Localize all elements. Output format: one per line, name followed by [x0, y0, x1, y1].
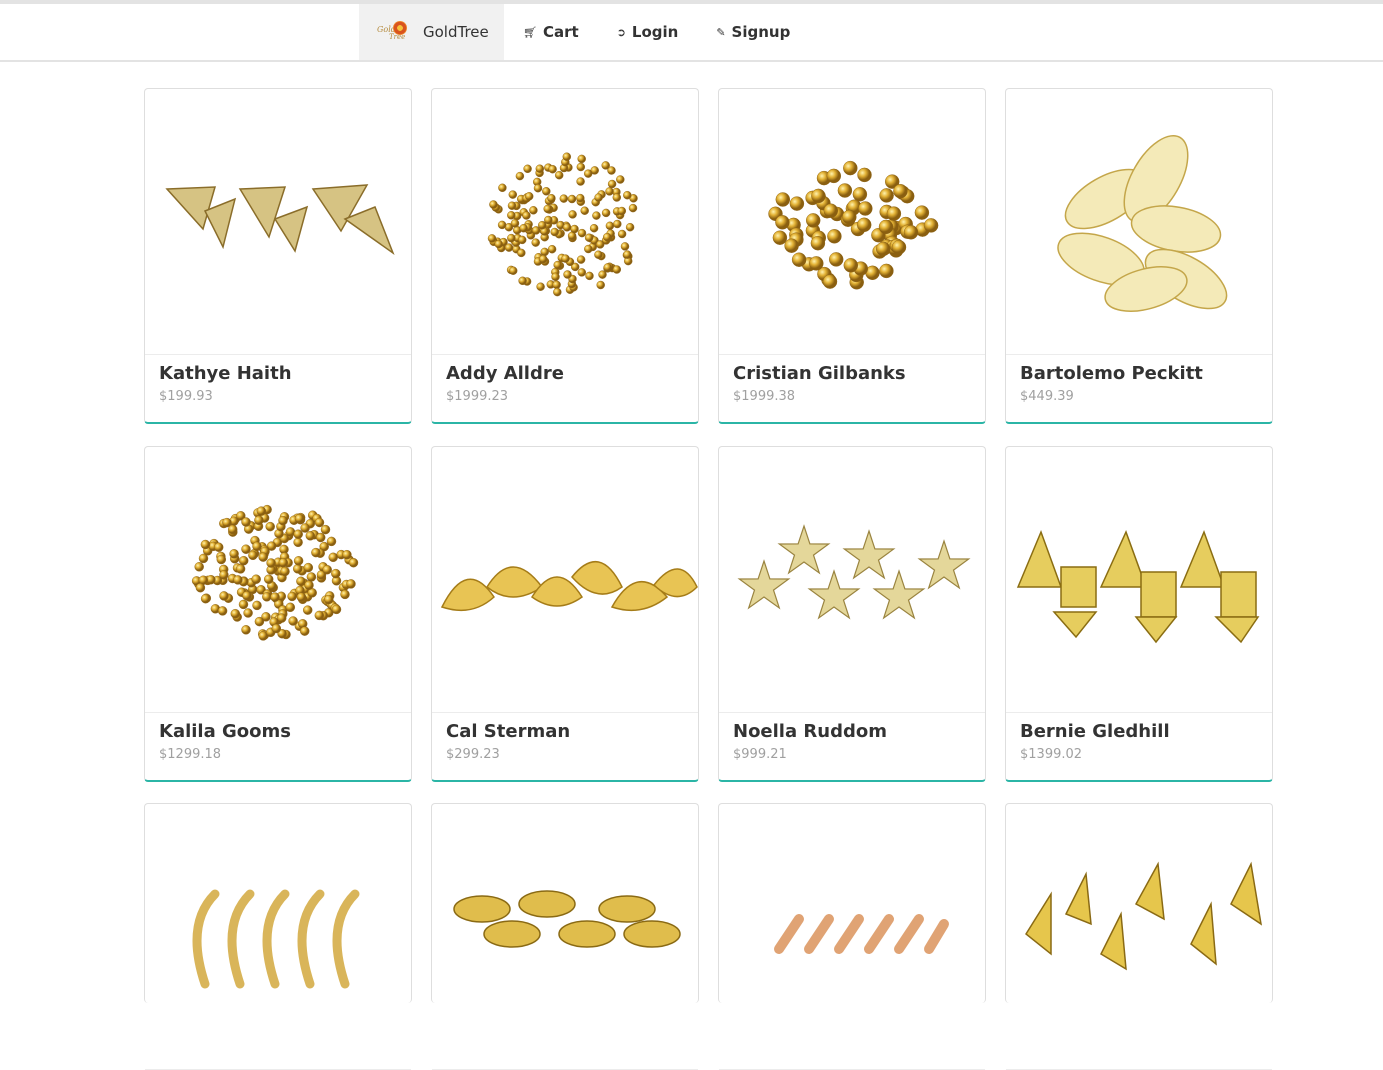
product-price: $299.23 [446, 747, 500, 762]
product-name[interactable]: Addy Alldre [446, 363, 564, 384]
product-price: $199.93 [159, 389, 213, 404]
product-image[interactable] [432, 89, 698, 355]
signup-label: Signup [731, 23, 791, 41]
sign-in-icon: ➲ [616, 25, 626, 39]
product-name[interactable]: Noella Ruddom [733, 721, 887, 742]
product-card[interactable] [144, 803, 412, 1070]
product-image[interactable] [1006, 89, 1272, 355]
product-name[interactable]: Bernie Gledhill [1020, 721, 1170, 742]
product-image[interactable] [1006, 804, 1272, 1070]
nav-menu: Gold Tree GoldTree 🛒︎ Cart ➲ Login ✎ Sig… [359, 4, 809, 60]
product-card[interactable]: Kalila Gooms $1299.18 [144, 446, 412, 782]
seashell-charms-image [440, 560, 698, 612]
product-price: $1999.23 [446, 389, 509, 404]
product-image[interactable] [719, 804, 985, 1070]
cowrie-connectors-image [453, 890, 681, 948]
product-card[interactable]: Cal Sterman $299.23 [431, 446, 699, 782]
large-gold-beads-image [768, 160, 939, 290]
product-name[interactable]: Cal Sterman [446, 721, 570, 742]
sailboat-charms-image [1025, 861, 1263, 971]
gold-spacer-beads-image [191, 504, 359, 641]
product-price: $1299.18 [159, 747, 222, 762]
product-name[interactable]: Kathye Haith [159, 363, 292, 384]
starfish-charms-image [737, 524, 971, 620]
signup-link[interactable]: ✎ Signup [697, 4, 809, 60]
shark-tooth-charms-image [165, 184, 395, 256]
edit-icon: ✎ [716, 25, 726, 39]
fish-skeleton-charms-image [1016, 529, 1260, 644]
product-card[interactable]: Cristian Gilbanks $1999.38 [718, 88, 986, 424]
brand-link[interactable]: Gold Tree GoldTree [359, 4, 504, 60]
product-price: $449.39 [1020, 389, 1074, 404]
goldtree-logo-icon: Gold Tree [375, 19, 413, 45]
product-card[interactable]: Bernie Gledhill $1399.02 [1005, 446, 1273, 782]
product-name[interactable]: Bartolemo Peckitt [1020, 363, 1203, 384]
cart-label: Cart [542, 23, 579, 41]
product-name[interactable]: Kalila Gooms [159, 721, 291, 742]
straight-tube-beads-image [774, 914, 949, 954]
product-image[interactable] [145, 89, 411, 355]
product-card[interactable] [1005, 803, 1273, 1070]
filigree-leaf-charms-image [1057, 134, 1228, 312]
cart-link[interactable]: 🛒︎ Cart [504, 4, 598, 60]
product-price: $999.21 [733, 747, 787, 762]
product-image[interactable] [145, 447, 411, 713]
cart-icon: 🛒︎ [523, 25, 537, 39]
product-card[interactable]: Noella Ruddom $999.21 [718, 446, 986, 782]
small-gold-beads-image [487, 152, 638, 297]
product-card[interactable]: Bartolemo Peckitt $449.39 [1005, 88, 1273, 424]
product-image[interactable] [719, 89, 985, 355]
product-image[interactable] [719, 447, 985, 713]
product-card[interactable]: Addy Alldre $1999.23 [431, 88, 699, 424]
product-image[interactable] [1006, 447, 1272, 713]
product-image[interactable] [432, 804, 698, 1070]
curved-tube-beads-image [192, 889, 360, 989]
brand-name: GoldTree [423, 23, 489, 41]
product-card[interactable]: Kathye Haith $199.93 [144, 88, 412, 424]
product-price: $1399.02 [1020, 747, 1083, 762]
product-image[interactable] [432, 447, 698, 713]
product-card[interactable] [718, 803, 986, 1070]
login-link[interactable]: ➲ Login [598, 4, 698, 60]
top-navbar: Gold Tree GoldTree 🛒︎ Cart ➲ Login ✎ Sig… [0, 0, 1383, 62]
product-image[interactable] [145, 804, 411, 1070]
product-name[interactable]: Cristian Gilbanks [733, 363, 906, 384]
product-card[interactable] [431, 803, 699, 1070]
product-price: $1999.38 [733, 389, 796, 404]
login-label: Login [631, 23, 679, 41]
